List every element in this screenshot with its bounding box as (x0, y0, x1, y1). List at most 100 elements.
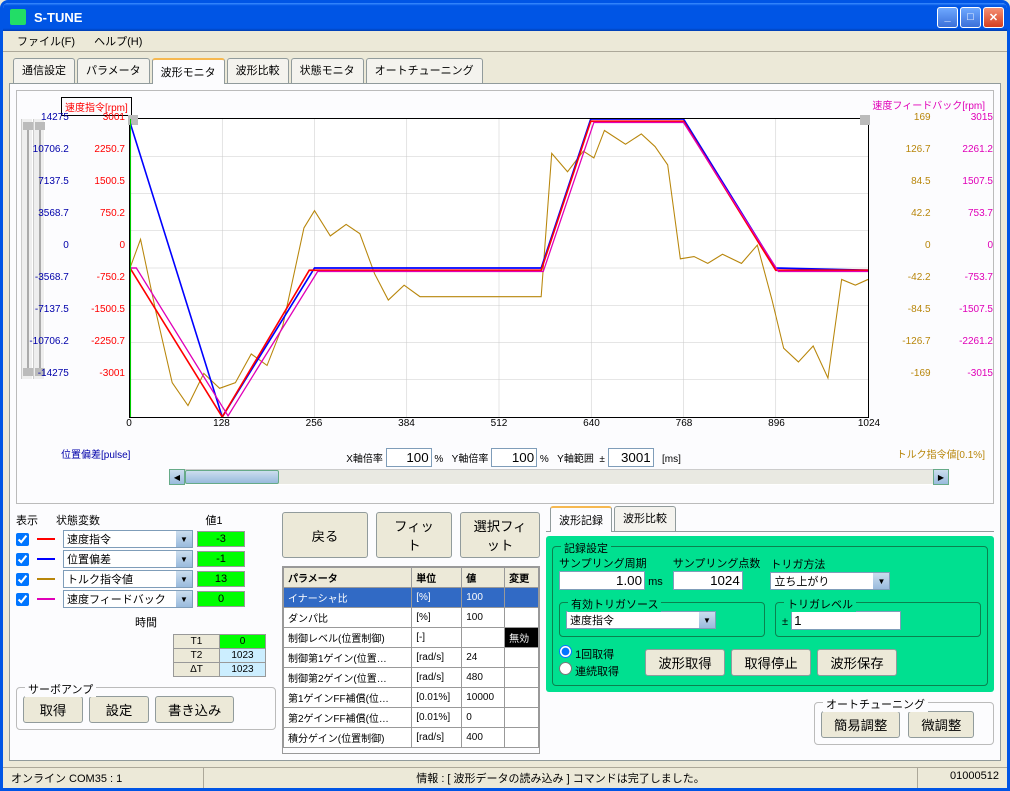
cont-radio[interactable]: 連続取得 (559, 666, 619, 678)
display-hdr-state: 状態変数 (56, 512, 186, 528)
simple-tune-button[interactable]: 簡易調整 (821, 711, 900, 738)
display-checkbox[interactable] (16, 593, 29, 606)
param-row[interactable]: 制御第1ゲイン(位置…[rad/s]24 (284, 648, 539, 668)
select-fit-button[interactable]: 選択フィット (460, 512, 540, 558)
trig-src-label: 有効トリガソース (568, 596, 661, 612)
display-row: 速度フィードバック▼0 (16, 590, 276, 608)
tab-autotune[interactable]: オートチューニング (366, 58, 483, 83)
app-icon (10, 9, 26, 25)
param-row[interactable]: 第1ゲインFF補償(位…[0.01%]10000 (284, 688, 539, 708)
left-y-axis: 14275300110706.22250.77137.51500.53568.7… (21, 118, 129, 418)
menu-help[interactable]: ヘルプ(H) (86, 34, 150, 50)
servo-amp-group: サーボアンプ 取得 設定 書き込み (16, 687, 276, 730)
legend-swatch (37, 558, 55, 560)
statevar-combo[interactable]: 速度指令▼ (63, 530, 193, 548)
statevar-combo[interactable]: 速度フィードバック▼ (63, 590, 193, 608)
yrange-input[interactable] (608, 448, 654, 467)
trig-src-combo[interactable]: 速度指令▼ (566, 611, 716, 629)
trig-method-combo[interactable]: 立ち上がり▼ (770, 572, 890, 590)
trig-method-label: トリガ方法 (770, 556, 981, 572)
back-button[interactable]: 戻る (282, 512, 368, 558)
samp-points-input[interactable] (673, 571, 743, 590)
tab-param[interactable]: パラメータ (77, 58, 150, 83)
yscale-input[interactable] (491, 448, 537, 467)
axis-controls: X軸倍率 % Y軸倍率 % Y軸範囲 ± [ms] (346, 446, 681, 467)
display-hdr-val: 値1 (190, 512, 238, 528)
time-hdr: 時間 (16, 614, 276, 630)
servo-set-button[interactable]: 設定 (89, 696, 149, 723)
autotune-title: オートチューニング (823, 696, 928, 712)
wave-save-button[interactable]: 波形保存 (817, 649, 897, 676)
legend-pos-dev: 位置偏差[pulse] (61, 446, 130, 467)
legend-swatch (37, 598, 55, 600)
display-value: -3 (197, 531, 245, 547)
trig-lvl-label: トリガレベル (784, 596, 856, 612)
menubar: ファイル(F) ヘルプ(H) (3, 31, 1007, 52)
legend-swatch (37, 538, 55, 540)
x-axis-ticks: 01282563845126407688961024 (129, 418, 869, 430)
status-left: オンライン COM35 : 1 (3, 768, 203, 788)
display-value: -1 (197, 551, 245, 567)
statevar-combo[interactable]: トルク指令値▼ (63, 570, 193, 588)
main-tabs: 通信設定 パラメータ 波形モニタ 波形比較 状態モニタ オートチューニング (9, 58, 1001, 84)
hscroll-right-arrow[interactable]: ▶ (933, 469, 949, 485)
samp-period-input[interactable] (559, 571, 645, 590)
display-hdr-show: 表示 (16, 512, 52, 528)
minimize-button[interactable]: _ (937, 7, 958, 28)
tab-compare2[interactable]: 波形比較 (614, 506, 676, 531)
titlebar[interactable]: S-TUNE _ □ ✕ (3, 3, 1007, 31)
chart-hscroll[interactable]: ◀ ▶ (169, 469, 949, 485)
time-table: T10T21023ΔT1023 (173, 634, 266, 677)
param-row[interactable]: 制御レベル(位置制御)[-]無効 (284, 628, 539, 648)
yrange-label: Y軸範囲 (557, 454, 594, 465)
param-row[interactable]: ダンパ比[%]100 (284, 608, 539, 628)
display-value: 0 (197, 591, 245, 607)
menu-file[interactable]: ファイル(F) (9, 34, 83, 50)
chart-box: 速度指令[rpm] 速度フィードバック[rpm] 14275300110706.… (16, 90, 994, 504)
right-y-axis: 1693015126.72261.284.51507.542.2753.700-… (869, 118, 989, 418)
legend-swatch (37, 578, 55, 580)
param-row[interactable]: 第2ゲインFF補償(位…[0.01%]0 (284, 708, 539, 728)
ms-label: [ms] (662, 454, 681, 465)
tab-waveform-monitor[interactable]: 波形モニタ (152, 58, 225, 84)
xscale-input[interactable] (386, 448, 432, 467)
display-checkbox[interactable] (16, 533, 29, 546)
wave-get-button[interactable]: 波形取得 (645, 649, 725, 676)
status-bar: オンライン COM35 : 1 情報 : [ 波形データの読み込み ] コマンド… (3, 767, 1007, 788)
display-checkbox[interactable] (16, 553, 29, 566)
tab-state-monitor[interactable]: 状態モニタ (291, 58, 364, 83)
legend-torque-cmd: トルク指令値[0.1%] (897, 446, 985, 467)
display-row: トルク指令値▼13 (16, 570, 276, 588)
trig-lvl-input[interactable] (791, 611, 901, 630)
display-checkbox[interactable] (16, 573, 29, 586)
wave-stop-button[interactable]: 取得停止 (731, 649, 811, 676)
param-row[interactable]: 制御第2ゲイン(位置…[rad/s]480 (284, 668, 539, 688)
statevar-combo[interactable]: 位置偏差▼ (63, 550, 193, 568)
once-radio[interactable]: 1回取得 (559, 649, 614, 661)
servo-write-button[interactable]: 書き込み (155, 696, 234, 723)
plot-area[interactable] (129, 118, 869, 418)
window-title: S-TUNE (30, 10, 935, 25)
status-mid: 情報 : [ 波形データの読み込み ] コマンドは完了しました。 (203, 768, 917, 788)
display-row: 位置偏差▼-1 (16, 550, 276, 568)
display-row: 速度指令▼-3 (16, 530, 276, 548)
samp-period-label: サンプリング周期 (559, 555, 663, 571)
rec-title: 記録設定 (561, 540, 611, 556)
tab-record[interactable]: 波形記録 (550, 506, 612, 532)
param-row[interactable]: 積分ゲイン(位置制御)[rad/s]400 (284, 728, 539, 748)
xscale-label: X軸倍率 (346, 454, 383, 465)
autotune-group: オートチューニング 簡易調整 微調整 (814, 702, 994, 745)
param-table[interactable]: パラメータ単位値変更イナーシャ比[%]100ダンパ比[%]100制御レベル(位置… (283, 567, 539, 748)
yscale-label: Y軸倍率 (452, 454, 489, 465)
status-right: 01000512 (917, 768, 1007, 788)
servo-get-button[interactable]: 取得 (23, 696, 83, 723)
maximize-button[interactable]: □ (960, 7, 981, 28)
param-row[interactable]: イナーシャ比[%]100 (284, 588, 539, 608)
samp-points-label: サンプリング点数 (673, 555, 761, 571)
fit-button[interactable]: フィット (376, 512, 452, 558)
tab-comm[interactable]: 通信設定 (13, 58, 75, 83)
tab-waveform-compare[interactable]: 波形比較 (227, 58, 289, 83)
close-button[interactable]: ✕ (983, 7, 1004, 28)
hscroll-left-arrow[interactable]: ◀ (169, 469, 185, 485)
fine-tune-button[interactable]: 微調整 (908, 711, 974, 738)
